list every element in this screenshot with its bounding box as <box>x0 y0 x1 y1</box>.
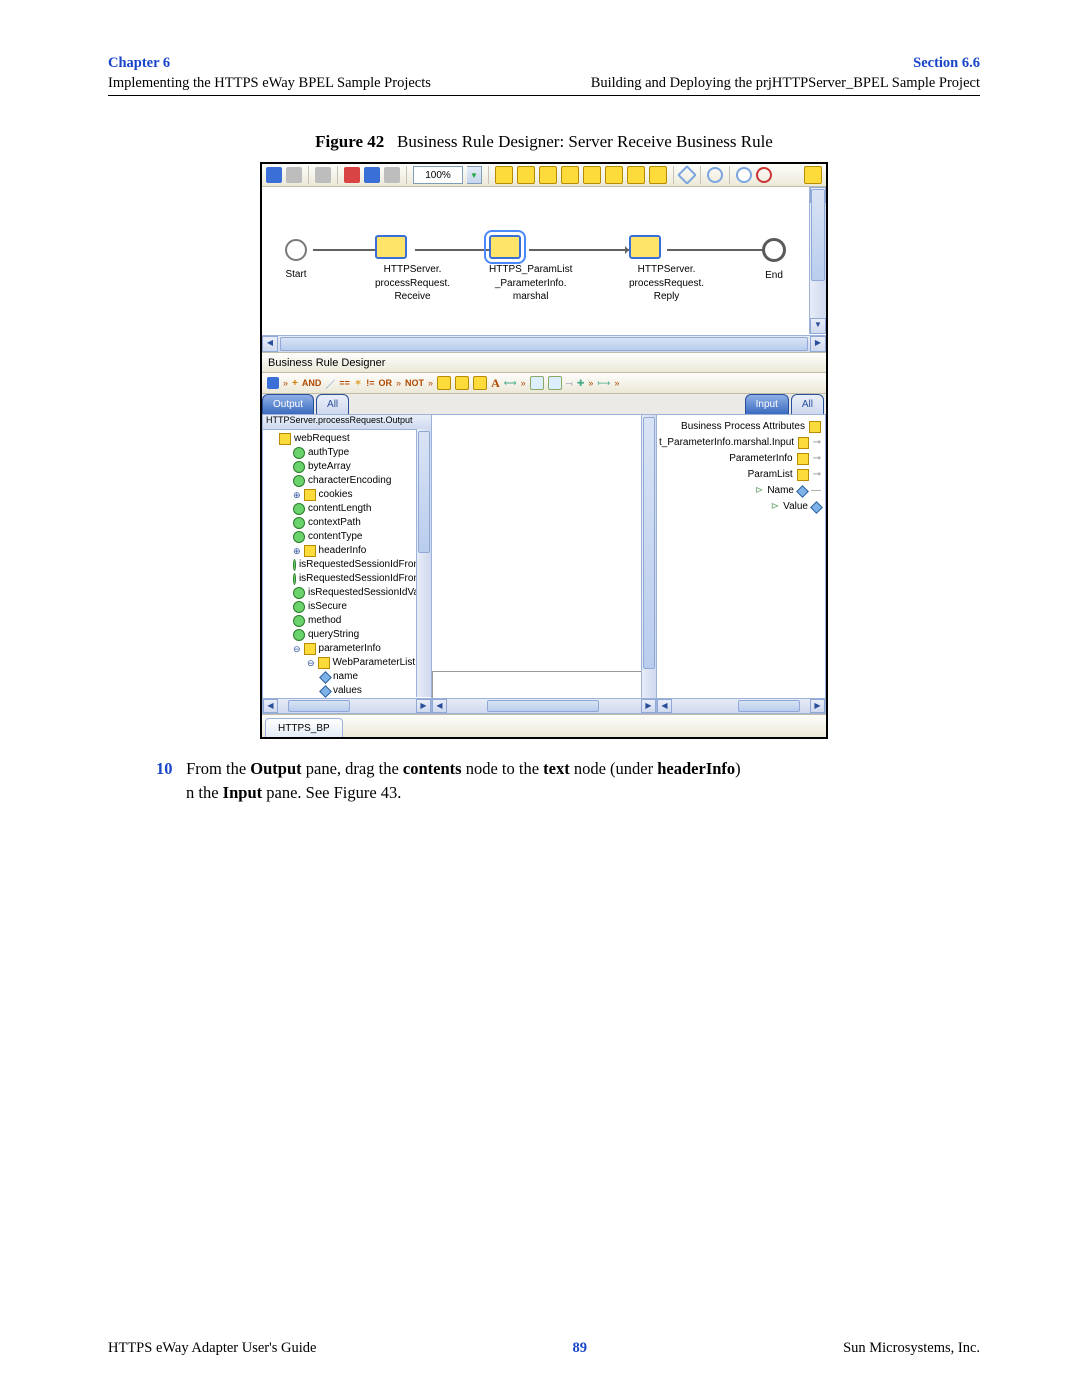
flow-vertical-scrollbar[interactable]: ▲▼ <box>809 187 826 334</box>
flow-canvas[interactable]: Start HTTPServer. processRequest. Receiv… <box>262 187 826 353</box>
mapping-line <box>432 671 642 672</box>
flow-node-receive[interactable]: HTTPServer. processRequest. Receive <box>375 235 450 304</box>
header-left-sub: Implementing the HTTPS eWay BPEL Sample … <box>108 75 431 91</box>
output-tree[interactable]: webRequest authType byteArray characterE… <box>263 430 431 700</box>
toolbar-icon[interactable] <box>804 166 822 184</box>
screenshot-figure: 100% ▼ <box>260 162 828 739</box>
toolbar-icon[interactable] <box>649 166 667 184</box>
toolbar-icon[interactable] <box>677 165 697 185</box>
flow-node-marshal[interactable]: HTTPS_ParamList _ParameterInfo. marshal <box>489 235 572 304</box>
designer-toolbar: » + AND ／ == ✶ != OR » NOT » A ⟷ » ⤙ ✚ »… <box>262 373 826 394</box>
toolbar-icon[interactable] <box>627 166 645 184</box>
page-footer: HTTPS eWay Adapter User's Guide 89 Sun M… <box>108 1340 980 1357</box>
input-panel-hscroll[interactable]: ◀▶ <box>657 698 825 713</box>
output-panel-header: HTTPServer.processRequest.Output <box>263 415 431 430</box>
toolbar-icon[interactable] <box>539 166 557 184</box>
flow-horizontal-scrollbar[interactable]: ◀▶ <box>262 335 826 352</box>
toolbar-icon[interactable] <box>736 167 752 183</box>
op-and[interactable]: AND <box>302 378 322 388</box>
toolbar-icon[interactable] <box>605 166 623 184</box>
toolbar-icon[interactable] <box>756 167 772 183</box>
op-text[interactable]: A <box>491 376 500 391</box>
page-number: 89 <box>573 1340 588 1357</box>
tabs-row: Output All Input All <box>262 394 826 414</box>
toolbar-icon[interactable] <box>473 376 487 390</box>
tab-all-left[interactable]: All <box>316 394 349 414</box>
footer-right: Sun Microsystems, Inc. <box>843 1340 980 1357</box>
tab-all-right[interactable]: All <box>791 394 824 414</box>
op-not[interactable]: NOT <box>405 378 424 388</box>
figure-caption: Figure 42 Business Rule Designer: Server… <box>108 132 980 152</box>
toolbar-icon[interactable] <box>437 376 451 390</box>
op-eq[interactable]: == <box>339 378 350 388</box>
status-row: HTTPS_BP <box>262 714 826 737</box>
zoom-input[interactable]: 100% <box>413 166 463 184</box>
section-link[interactable]: Section 6.6 <box>913 55 980 71</box>
flow-node-reply[interactable]: HTTPServer. processRequest. Reply <box>629 235 704 304</box>
toolbar-icon[interactable] <box>517 166 535 184</box>
output-panel-vscroll[interactable] <box>416 429 431 697</box>
mapping-panel-hscroll[interactable]: ◀▶ <box>432 698 656 713</box>
top-toolbar: 100% ▼ <box>262 164 826 187</box>
toolbar-icon[interactable] <box>495 166 513 184</box>
start-node[interactable]: Start <box>285 239 307 282</box>
op-or[interactable]: OR <box>379 378 393 388</box>
toolbar-icon[interactable] <box>286 167 302 183</box>
page-header: Chapter 6 Implementing the HTTPS eWay BP… <box>108 54 980 93</box>
designer-title-bar: Business Rule Designer <box>262 353 826 373</box>
chapter-link[interactable]: Chapter 6 <box>108 55 170 71</box>
mapping-line <box>432 671 433 701</box>
toolbar-icon[interactable] <box>548 376 562 390</box>
toolbar-icon[interactable] <box>707 167 723 183</box>
print-icon[interactable] <box>384 167 400 183</box>
end-node[interactable]: End <box>762 238 786 283</box>
input-panel[interactable]: Business Process Attributes t_ParameterI… <box>656 414 826 714</box>
toolbar-icon[interactable] <box>267 377 279 389</box>
panels-area: HTTPServer.processRequest.Output webRequ… <box>262 414 826 714</box>
toolbar-icon[interactable] <box>583 166 601 184</box>
step-number: 10 <box>156 757 182 781</box>
output-panel-hscroll[interactable]: ◀▶ <box>263 698 431 713</box>
tab-input[interactable]: Input <box>745 394 789 414</box>
status-tab[interactable]: HTTPS_BP <box>265 718 343 737</box>
toolbar-icon[interactable] <box>315 167 331 183</box>
instruction-text: 10 From the Output pane, drag the conten… <box>186 757 980 805</box>
output-panel[interactable]: HTTPServer.processRequest.Output webRequ… <box>262 414 432 714</box>
mapping-panel[interactable]: ◀▶ <box>432 414 656 714</box>
toolbar-icon[interactable] <box>530 376 544 390</box>
footer-left: HTTPS eWay Adapter User's Guide <box>108 1340 316 1357</box>
toolbar-icon[interactable] <box>561 166 579 184</box>
op-ne[interactable]: != <box>366 378 374 388</box>
header-right-sub: Building and Deploying the prjHTTPServer… <box>591 75 980 91</box>
connector <box>313 249 383 251</box>
toolbar-icon[interactable] <box>266 167 282 183</box>
toolbar-icon[interactable] <box>364 167 380 183</box>
zoom-dropdown[interactable]: ▼ <box>467 166 482 184</box>
toolbar-icon[interactable] <box>344 167 360 183</box>
input-tree[interactable]: Business Process Attributes t_ParameterI… <box>657 415 825 517</box>
header-rule <box>108 95 980 96</box>
mapping-panel-vscroll[interactable] <box>641 415 656 699</box>
tab-output[interactable]: Output <box>262 394 314 414</box>
toolbar-icon[interactable] <box>455 376 469 390</box>
